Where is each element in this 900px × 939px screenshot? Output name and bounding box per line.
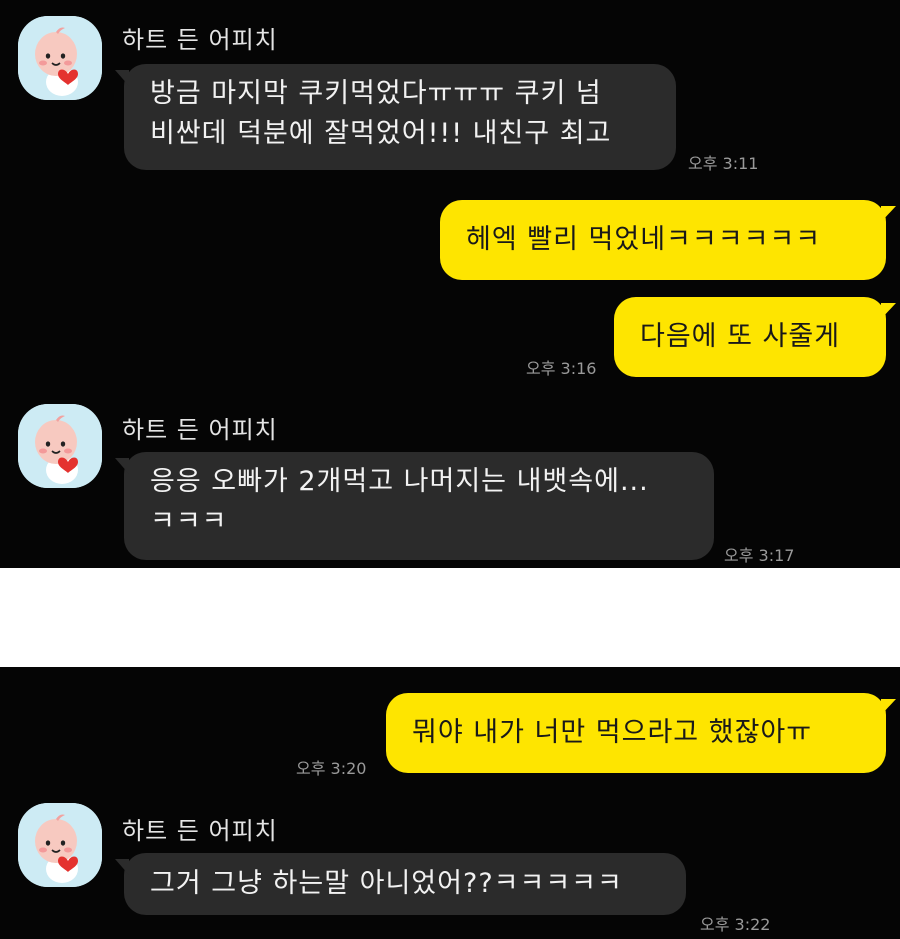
- message-bubble-outgoing[interactable]: 헤엑 빨리 먹었네ㅋㅋㅋㅋㅋㅋ: [440, 200, 896, 280]
- message-bubble-outgoing[interactable]: 다음에 또 사줄게: [614, 297, 896, 377]
- sender-avatar[interactable]: [18, 803, 102, 887]
- message-text: 뭐야 내가 너만 먹으라고 했잖아ㅠ: [412, 717, 813, 748]
- chat-panel-bottom[interactable]: 뭐야 내가 너만 먹으라고 했잖아ㅠ 오후 3:20 하트 든 어피치 그거 그…: [0, 667, 900, 939]
- message-bubble-incoming[interactable]: 그거 그냥 하는말 아니었어??ㅋㅋㅋㅋㅋ: [115, 853, 686, 915]
- message-text: ㅋㅋㅋ: [150, 506, 228, 537]
- sender-avatar[interactable]: [18, 16, 102, 100]
- message-text: 응응 오빠가 2개먹고 나머지는 내뱃속에...: [150, 466, 649, 497]
- apeach-icon: [18, 803, 102, 887]
- sender-name: 하트 든 어피치: [122, 416, 278, 444]
- message-bubble-incoming[interactable]: 응응 오빠가 2개먹고 나머지는 내뱃속에... ㅋㅋㅋ: [115, 452, 714, 560]
- message-timestamp: 오후 3:17: [724, 546, 795, 565]
- sender-name: 하트 든 어피치: [122, 26, 278, 54]
- sender-name: 하트 든 어피치: [122, 817, 278, 845]
- apeach-icon: [18, 16, 102, 100]
- apeach-icon: [18, 404, 102, 488]
- message-text: 방금 마지막 쿠키먹었다ㅠㅠㅠ 쿠키 넘: [150, 78, 602, 109]
- message-timestamp: 오후 3:20: [296, 759, 367, 778]
- message-bubble-outgoing[interactable]: 뭐야 내가 너만 먹으라고 했잖아ㅠ: [386, 693, 896, 773]
- chat-panel-top[interactable]: 하트 든 어피치 방금 마지막 쿠키먹었다ㅠㅠㅠ 쿠키 넘 비싼데 덕분에 잘먹…: [0, 0, 900, 568]
- message-bubble-incoming[interactable]: 방금 마지막 쿠키먹었다ㅠㅠㅠ 쿠키 넘 비싼데 덕분에 잘먹었어!!! 내친구…: [115, 64, 676, 170]
- message-text: 헤엑 빨리 먹었네ㅋㅋㅋㅋㅋㅋ: [466, 224, 822, 255]
- message-timestamp: 오후 3:22: [700, 915, 771, 934]
- message-timestamp: 오후 3:11: [688, 154, 759, 173]
- message-text: 다음에 또 사줄게: [640, 321, 841, 352]
- sender-avatar[interactable]: [18, 404, 102, 488]
- message-text: 비싼데 덕분에 잘먹었어!!! 내친구 최고: [150, 118, 612, 149]
- message-text: 그거 그냥 하는말 아니었어??ㅋㅋㅋㅋㅋ: [150, 868, 623, 899]
- message-timestamp: 오후 3:16: [526, 359, 597, 378]
